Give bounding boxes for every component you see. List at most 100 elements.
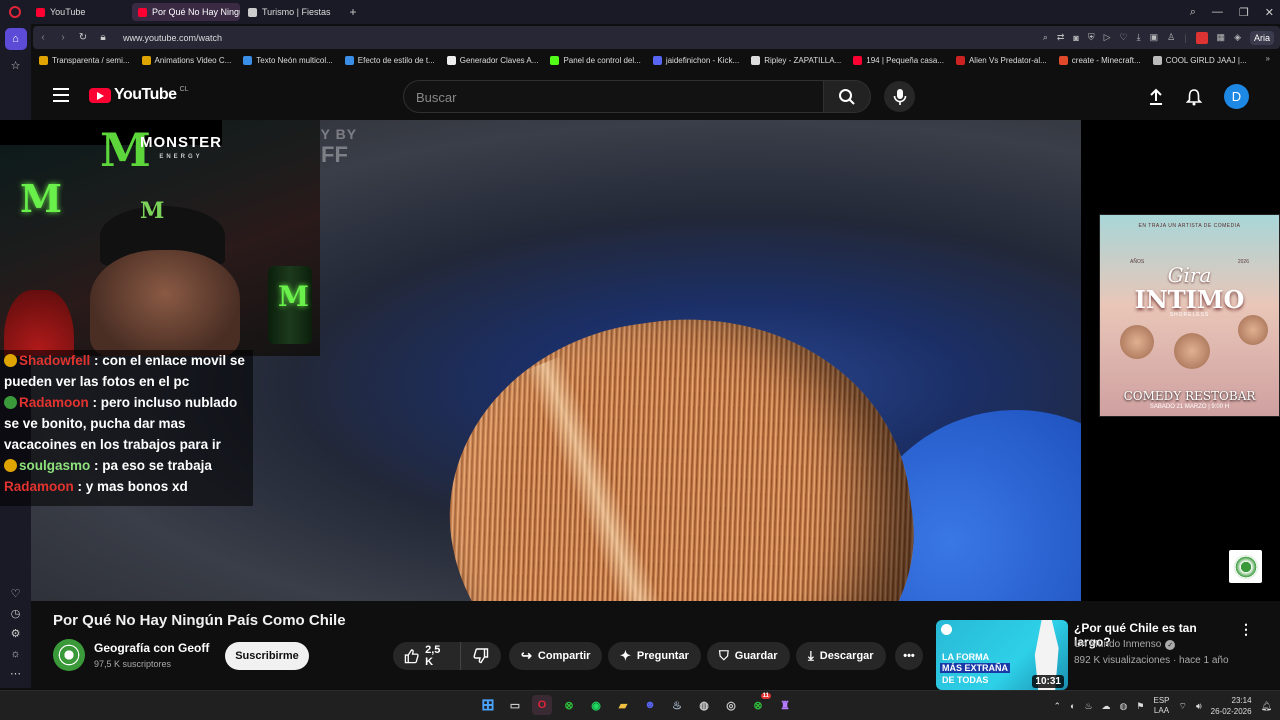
channel-name[interactable]: Geografía con Geoff <box>94 641 209 655</box>
bookmark-item[interactable]: Texto Neón multicol... <box>237 56 338 65</box>
heart-icon[interactable]: ♡ <box>1120 32 1128 43</box>
back-icon[interactable]: ‹ <box>33 32 53 43</box>
download-button[interactable]: ⤓ Descargar <box>796 642 886 670</box>
history-icon[interactable]: ◷ <box>5 604 27 623</box>
file-explorer-icon[interactable]: ▰ <box>613 695 633 715</box>
notifications-bell-icon[interactable] <box>1186 88 1202 106</box>
app-icon[interactable]: ♜ <box>775 695 795 715</box>
tab-video[interactable]: Por Qué No Hay Ningún <box>132 3 240 21</box>
channel-avatar[interactable] <box>53 639 85 671</box>
steam-icon[interactable]: ♨ <box>667 695 687 715</box>
language-indicator[interactable]: ESP LAA <box>1153 696 1169 716</box>
video-duration: 10:31 <box>1032 675 1064 688</box>
lightbulb-icon[interactable]: ☼ <box>5 644 27 663</box>
search-tabs-icon[interactable]: ⌕ <box>1190 6 1196 19</box>
bookmark-item[interactable]: create - Minecraft... <box>1053 56 1147 65</box>
bookmark-item[interactable]: 194 | Pequeña casa... <box>847 56 950 65</box>
extension-icon[interactable] <box>1195 31 1208 44</box>
app-icon[interactable]: ◍ <box>694 695 714 715</box>
recommendation-thumbnail[interactable]: LA FORMA MÁS EXTRAÑA DE TODAS 10:31 <box>936 620 1068 690</box>
task-view-icon[interactable]: ▭ <box>505 695 525 715</box>
minimize-button[interactable]: — <box>1212 6 1223 18</box>
close-button[interactable]: ✕ <box>1265 6 1274 19</box>
subscribe-button[interactable]: Suscribirme <box>225 642 309 670</box>
bookmark-item[interactable]: jaidefinichon - Kick... <box>647 56 745 65</box>
voice-search-button[interactable] <box>884 81 915 112</box>
camera-icon[interactable]: ◙ <box>1073 33 1078 43</box>
puzzle-icon[interactable]: ▦ <box>1217 32 1226 43</box>
star-icon[interactable]: ☆ <box>5 54 27 76</box>
bookmark-item[interactable]: COOL GIRLD JAAJ |... <box>1147 56 1253 65</box>
url-field[interactable]: www.youtube.com/watch <box>123 33 222 43</box>
xbox-icon[interactable]: ⊗ <box>559 695 579 715</box>
forward-icon[interactable]: › <box>53 32 73 43</box>
bookmark-item[interactable]: Efecto de estilo de t... <box>339 56 441 65</box>
tray-app-icon[interactable]: ◍ <box>1120 701 1128 712</box>
bookmark-item[interactable]: Panel de control del... <box>544 56 646 65</box>
dislike-button[interactable] <box>461 642 501 670</box>
opera-app-icon[interactable]: O <box>532 695 552 715</box>
more-vertical-icon[interactable]: ⋮ <box>1239 621 1253 638</box>
volume-icon[interactable]: 🔊︎ <box>1196 701 1202 712</box>
account-icon[interactable]: ♙ <box>1167 32 1175 43</box>
heart-icon[interactable]: ♡ <box>5 584 27 603</box>
stream-chat-overlay: Shadowfell : con el enlace movil se pued… <box>0 350 253 506</box>
share-button[interactable]: ↪ Compartir <box>509 642 603 670</box>
youtube-header: YouTube CL Buscar D <box>31 72 1280 120</box>
youtube-logo[interactable]: YouTube CL <box>89 86 189 104</box>
play-icon[interactable]: ▷ <box>1104 32 1111 43</box>
tab-youtube[interactable]: YouTube <box>30 3 130 21</box>
save-button[interactable]: ⛉ Guardar <box>707 642 790 670</box>
tray-app-icon[interactable]: ⚑ <box>1136 701 1144 712</box>
cube-icon[interactable]: ◈ <box>1234 32 1241 43</box>
bookmark-item[interactable]: Animations Video C... <box>136 56 238 65</box>
ask-button[interactable]: ✦ Preguntar <box>608 642 701 670</box>
search-button[interactable] <box>823 80 871 113</box>
app-tray-icon[interactable]: ◐ <box>1070 701 1075 711</box>
event-ad-banner[interactable]: EN TRAJA UN ARTISTA DE COMEDIA AÑOS 2026… <box>1099 214 1280 417</box>
steam-tray-icon[interactable]: ♨ <box>1084 701 1092 712</box>
settings-icon[interactable]: ⚙ <box>5 624 27 643</box>
clock[interactable]: 23:14 26-02-2026 <box>1211 695 1252 717</box>
bookmark-item[interactable]: Generador Claves A... <box>441 56 545 65</box>
recommendation-channel[interactable]: Un Mundo Inmenso ✓ <box>1074 639 1176 650</box>
shield-icon[interactable]: ⛨ <box>1088 32 1095 43</box>
search-input[interactable]: Buscar <box>403 80 823 113</box>
cloud-icon[interactable]: ☁ <box>1102 701 1111 712</box>
download-icon[interactable]: ⤓ <box>1137 32 1141 43</box>
more-actions-button[interactable]: ••• <box>895 642 923 670</box>
bookmark-favicon-icon <box>344 56 354 65</box>
aria-button[interactable]: Aria <box>1249 30 1274 45</box>
search-icon[interactable]: ⌕ <box>1043 32 1048 43</box>
windows-start-icon[interactable]: ⊞ <box>478 695 498 715</box>
more-icon[interactable]: ⋯ <box>5 664 27 683</box>
reload-icon[interactable]: ↻ <box>73 32 93 43</box>
menu-icon[interactable] <box>53 88 69 106</box>
lock-icon[interactable]: 🔒︎ <box>93 32 113 43</box>
xbox-app-icon[interactable]: ⊗ 11 <box>748 693 771 715</box>
opera-menu-icon[interactable] <box>0 0 30 24</box>
monster-wordmark: MONSTER ENERGY <box>140 135 222 164</box>
bookmark-item[interactable]: Alien Vs Predator-al... <box>950 56 1053 65</box>
avatar[interactable]: D <box>1224 84 1249 109</box>
chevron-up-icon[interactable]: ⌃ <box>1053 701 1061 712</box>
translate-icon[interactable]: ⇄ <box>1057 32 1065 43</box>
upload-icon[interactable] <box>1148 88 1164 106</box>
like-button[interactable]: 2,5 K <box>393 642 461 670</box>
maximize-button[interactable]: ❐ <box>1239 6 1249 19</box>
discord-icon[interactable]: ☻ <box>640 695 660 715</box>
chat-badge-icon <box>4 354 17 367</box>
bookmark-item[interactable]: Transparenta / semi... <box>33 56 136 65</box>
tab-turismo[interactable]: Turismo | Fiestas <box>242 3 342 21</box>
home-icon[interactable]: ⌂ <box>4 28 27 50</box>
notifications-icon[interactable]: 🔔︎ <box>1261 701 1272 712</box>
wifi-icon[interactable]: ⌔ <box>1179 701 1187 712</box>
bookmark-favicon-icon <box>955 56 965 65</box>
bookmark-item[interactable]: Ripley - ZAPATILLA... <box>745 56 847 65</box>
channel-watermark-button[interactable] <box>1229 550 1262 583</box>
obs-icon[interactable]: ◎ <box>721 695 741 715</box>
new-tab-button[interactable]: + <box>344 3 362 21</box>
chevron-right-icon[interactable]: » <box>1266 54 1270 63</box>
snapshot-icon[interactable]: ▣ <box>1150 32 1159 43</box>
spotify-icon[interactable]: ◉ <box>586 695 606 715</box>
